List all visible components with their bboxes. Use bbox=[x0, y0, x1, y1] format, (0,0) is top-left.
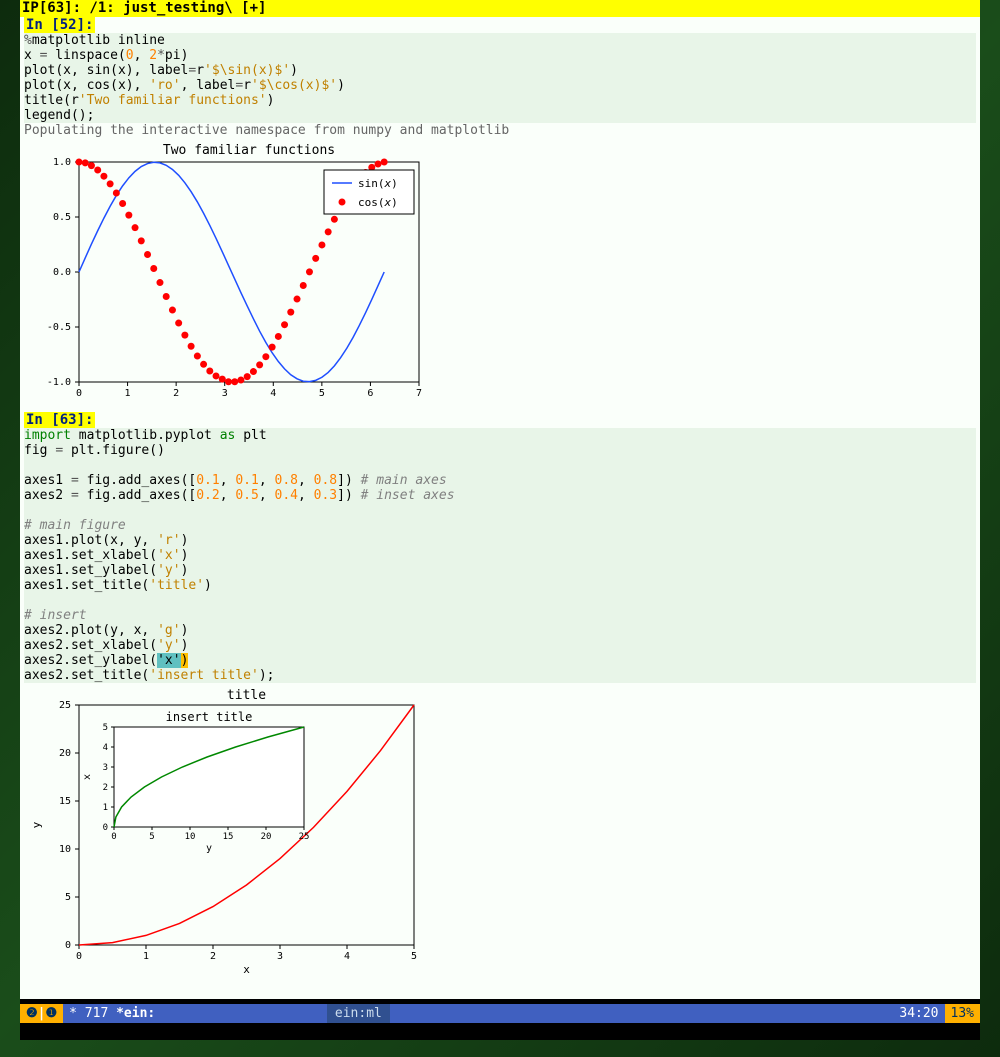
status-pct: 13% bbox=[945, 1004, 980, 1023]
svg-text:y: y bbox=[206, 843, 212, 854]
svg-text:10: 10 bbox=[185, 832, 196, 842]
svg-text:5: 5 bbox=[103, 723, 108, 733]
cell-prompt-63[interactable]: In [63]: bbox=[24, 412, 95, 428]
svg-text:15: 15 bbox=[223, 832, 234, 842]
cell-52-stdout: Populating the interactive namespace fro… bbox=[24, 123, 976, 138]
svg-text:2: 2 bbox=[103, 783, 108, 793]
title-bar: IP[63]: /1: just_testing\ [+] bbox=[20, 0, 980, 17]
svg-text:2: 2 bbox=[210, 951, 216, 962]
svg-text:4: 4 bbox=[270, 388, 276, 399]
svg-text:0: 0 bbox=[103, 823, 108, 833]
status-mode: ein:ml bbox=[327, 1004, 390, 1023]
svg-text:5: 5 bbox=[411, 951, 417, 962]
svg-text:4: 4 bbox=[103, 743, 108, 753]
title-text: IP[63]: /1: just_testing\ [+] bbox=[22, 0, 266, 16]
svg-text:0: 0 bbox=[111, 832, 116, 842]
status-main: * 717 *ein: 8888/test.ipynb/just_testing… bbox=[63, 1004, 327, 1023]
svg-text:3: 3 bbox=[277, 951, 283, 962]
svg-text:Two familiar functions: Two familiar functions bbox=[163, 143, 335, 158]
svg-text:-0.5: -0.5 bbox=[47, 322, 71, 333]
svg-text:20: 20 bbox=[59, 748, 71, 759]
svg-text:4: 4 bbox=[344, 951, 350, 962]
chart-1: Two familiar functions 0 1 2 3 4 5 6 7 -1.0 -0.5 0.… bbox=[24, 142, 976, 402]
notebook-area[interactable]: In [52]: %matplotlib inline x = linspace… bbox=[20, 17, 980, 999]
svg-text:0: 0 bbox=[76, 388, 82, 399]
svg-text:x: x bbox=[82, 774, 93, 780]
chart-2: titlexy0123450510152025insert titleyx051… bbox=[24, 687, 976, 977]
svg-text:1.0: 1.0 bbox=[53, 157, 71, 168]
svg-text:15: 15 bbox=[59, 796, 71, 807]
svg-text:6: 6 bbox=[367, 388, 373, 399]
svg-text:insert title: insert title bbox=[166, 710, 253, 724]
svg-text:cos(x): cos(x) bbox=[358, 196, 398, 209]
svg-text:20: 20 bbox=[261, 832, 272, 842]
svg-text:3: 3 bbox=[222, 388, 228, 399]
status-left: ❷|❶ bbox=[20, 1004, 63, 1023]
svg-text:5: 5 bbox=[319, 388, 325, 399]
svg-text:y: y bbox=[30, 821, 43, 828]
cell-prompt-52[interactable]: In [52]: bbox=[24, 17, 95, 33]
svg-text:5: 5 bbox=[65, 892, 71, 903]
svg-text:1: 1 bbox=[125, 388, 131, 399]
svg-text:5: 5 bbox=[149, 832, 154, 842]
status-pos: 34:20 bbox=[893, 1004, 944, 1023]
svg-text:1: 1 bbox=[103, 803, 108, 813]
svg-text:-1.0: -1.0 bbox=[47, 377, 71, 388]
svg-text:0: 0 bbox=[76, 951, 82, 962]
svg-text:2: 2 bbox=[173, 388, 179, 399]
svg-text:25: 25 bbox=[299, 832, 310, 842]
code-cell-52[interactable]: %matplotlib inline x = linspace(0, 2*pi)… bbox=[24, 33, 976, 123]
svg-text:1: 1 bbox=[143, 951, 149, 962]
minibuffer[interactable] bbox=[20, 1023, 980, 1040]
svg-text:title: title bbox=[227, 688, 266, 703]
code-cell-63[interactable]: import matplotlib.pyplot as plt fig = pl… bbox=[24, 428, 976, 683]
svg-text:x: x bbox=[243, 963, 250, 976]
svg-text:0.5: 0.5 bbox=[53, 212, 71, 223]
svg-text:25: 25 bbox=[59, 700, 71, 711]
svg-text:3: 3 bbox=[103, 763, 108, 773]
status-bar: ❷|❶ * 717 *ein: 8888/test.ipynb/just_tes… bbox=[20, 1004, 980, 1023]
svg-text:7: 7 bbox=[416, 388, 422, 399]
svg-text:0.0: 0.0 bbox=[53, 267, 71, 278]
svg-text:10: 10 bbox=[59, 844, 71, 855]
svg-text:sin(x): sin(x) bbox=[358, 177, 398, 190]
svg-text:0: 0 bbox=[65, 940, 71, 951]
